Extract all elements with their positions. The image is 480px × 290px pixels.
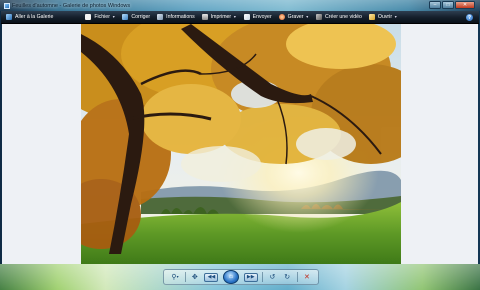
menu-graver[interactable]: Graver ▼: [277, 11, 311, 24]
window-title: Feuilles d'automne - Galerie de photos W…: [12, 2, 131, 9]
button-creer-video[interactable]: Créer une vidéo: [314, 11, 364, 24]
fit-to-window-icon: ✥: [191, 273, 198, 281]
chevron-down-icon: ▼: [394, 15, 398, 19]
chevron-down-icon: ▼: [233, 15, 237, 19]
maximize-button[interactable]: □: [442, 1, 454, 9]
button-corriger-label: Corriger: [131, 14, 151, 20]
photo-gallery-app-icon: [4, 2, 10, 9]
printer-icon: [201, 14, 208, 20]
menu-ouvrir-label: Ouvrir: [377, 14, 393, 20]
image-viewer: [2, 24, 478, 264]
chevron-down-icon: ▾: [176, 274, 179, 279]
open-icon: [368, 14, 375, 20]
command-bar: Aller à la Galerie Fichier ▼ Corriger In…: [1, 11, 479, 24]
navigation-controls: ⚲ ▾ ✥ ◀◀ ▭ ▶▶ ↺ ↻ ✕: [163, 269, 319, 285]
menu-imprimer-label: Imprimer: [210, 14, 232, 20]
button-envoyer-label: Envoyer: [252, 14, 272, 20]
next-button[interactable]: ▶▶: [243, 272, 258, 282]
previous-icon: ◀◀: [207, 274, 216, 280]
back-to-gallery-label: Aller à la Galerie: [15, 14, 54, 20]
chevron-down-icon: ▼: [305, 15, 309, 19]
separator: [184, 272, 186, 282]
email-icon: [243, 14, 250, 20]
button-creer-video-label: Créer une vidéo: [325, 14, 362, 20]
rotate-cw-icon: ↻: [284, 273, 291, 281]
back-to-gallery-button[interactable]: Aller à la Galerie: [4, 11, 55, 24]
button-corriger[interactable]: Corriger: [120, 11, 152, 24]
button-informations[interactable]: Informations: [155, 11, 197, 24]
burn-disc-icon: [278, 14, 285, 20]
separator: [262, 272, 263, 282]
help-icon[interactable]: ?: [466, 14, 473, 21]
delete-button[interactable]: ✕: [302, 272, 312, 282]
menu-fichier[interactable]: Fichier ▼: [83, 11, 117, 24]
close-button[interactable]: ✕: [455, 1, 475, 9]
next-icon: ▶▶: [246, 274, 255, 280]
info-icon: [157, 14, 164, 20]
button-envoyer[interactable]: Envoyer: [242, 11, 274, 24]
rotate-clockwise-button[interactable]: ↻: [282, 272, 292, 282]
delete-icon: ✕: [303, 273, 310, 281]
movie-icon: [316, 14, 322, 20]
rotate-counterclockwise-button[interactable]: ↺: [267, 272, 277, 282]
menu-graver-label: Graver: [287, 14, 304, 20]
autumn-tree-photo: [81, 24, 401, 264]
title-bar[interactable]: Feuilles d'automne - Galerie de photos W…: [0, 0, 480, 11]
fit-to-window-button[interactable]: ✥: [190, 272, 200, 282]
rotate-ccw-icon: ↺: [269, 273, 276, 281]
fix-icon: [122, 14, 129, 20]
menu-fichier-label: Fichier: [94, 14, 110, 20]
chevron-down-icon: ▼: [111, 15, 116, 19]
zoom-button[interactable]: ⚲ ▾: [170, 272, 180, 282]
file-icon: [85, 14, 92, 20]
menu-ouvrir[interactable]: Ouvrir ▼: [367, 11, 400, 24]
separator: [296, 272, 298, 282]
bottom-control-bar: ⚲ ▾ ✥ ◀◀ ▭ ▶▶ ↺ ↻ ✕: [0, 264, 480, 290]
back-arrow-icon: [6, 14, 12, 20]
displayed-photo[interactable]: [81, 24, 401, 264]
window-controls: – □ ✕: [429, 1, 475, 9]
slideshow-icon: ▭: [228, 273, 234, 280]
menu-imprimer[interactable]: Imprimer ▼: [200, 11, 239, 24]
slideshow-button[interactable]: ▭: [223, 270, 240, 284]
previous-button[interactable]: ◀◀: [204, 272, 219, 282]
button-informations-label: Informations: [166, 14, 195, 20]
minimize-button[interactable]: –: [429, 1, 441, 9]
